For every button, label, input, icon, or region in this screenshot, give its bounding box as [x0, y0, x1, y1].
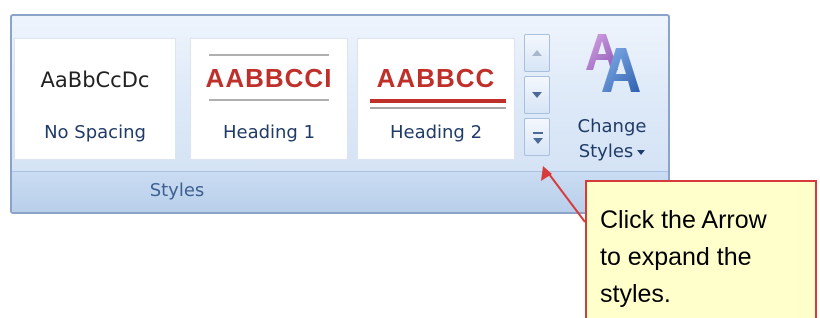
change-styles-icon	[586, 34, 640, 92]
callout-line-2: to expand the	[600, 243, 752, 271]
heading-rule-gray	[370, 107, 506, 109]
heading-rule-red	[370, 99, 506, 103]
heading-rule-top	[209, 54, 329, 56]
change-styles-label: Change Styles	[560, 114, 664, 164]
gallery-scroll-down-button[interactable]	[524, 76, 550, 114]
group-footer: Styles	[12, 171, 668, 212]
style-name: Heading 1	[222, 122, 316, 143]
style-preview: AABBCCI	[205, 63, 333, 93]
group-label: Styles	[149, 180, 205, 201]
dropdown-caret-icon	[637, 149, 646, 155]
gallery-more-icon	[533, 132, 543, 134]
scroll-up-icon	[532, 50, 542, 56]
style-tile-heading-1[interactable]: AABBCCI Heading 1	[190, 38, 348, 160]
screenshot-stage: AaBbCcDc No Spacing AABBCCI Heading 1 AA…	[0, 0, 820, 318]
scroll-down-icon	[532, 92, 542, 98]
style-name: Heading 2	[389, 122, 483, 143]
instruction-callout: Click the Arrow to expand the styles.	[585, 180, 817, 318]
callout-line-1: Click the Arrow	[600, 206, 767, 234]
style-name: No Spacing	[44, 122, 146, 143]
heading-rule-bottom	[209, 99, 329, 101]
callout-line-3: styles.	[600, 280, 671, 308]
gallery-scroll-up-button[interactable]	[524, 34, 550, 72]
style-preview: AaBbCcDc	[40, 68, 150, 92]
styles-ribbon-group: AaBbCcDc No Spacing AABBCCI Heading 1 AA…	[10, 14, 670, 214]
change-styles-line-2: Styles	[560, 139, 664, 164]
expand-arrow-icon	[533, 138, 543, 144]
style-tile-no-spacing[interactable]: AaBbCcDc No Spacing	[14, 38, 176, 160]
change-styles-button[interactable]: Change Styles	[560, 30, 664, 176]
style-preview: AABBCC	[376, 63, 496, 93]
style-tile-heading-2[interactable]: AABBCC Heading 2	[357, 38, 515, 160]
change-styles-line-1: Change	[577, 116, 647, 137]
gallery-more-button[interactable]	[524, 118, 550, 156]
